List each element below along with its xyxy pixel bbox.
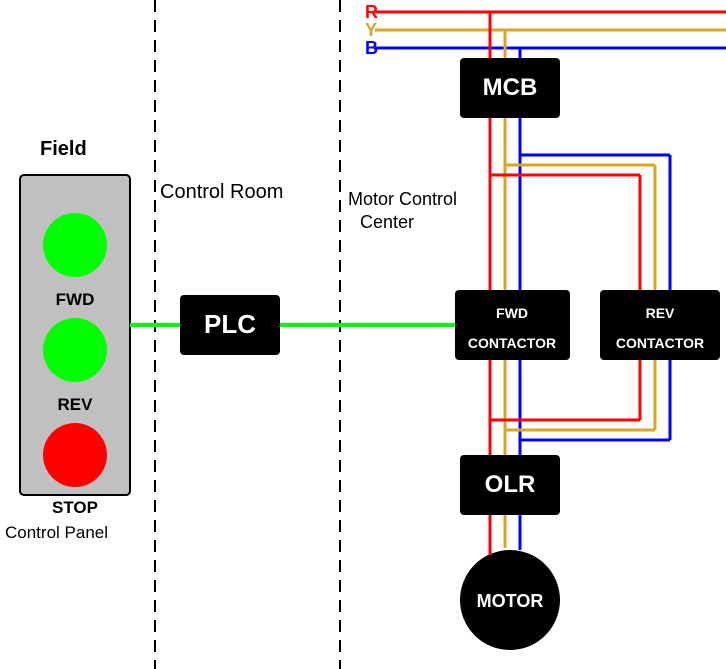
mcc-label2: Center [360,212,414,232]
fwd-button-label: FWD [56,290,95,309]
rev-button[interactable] [43,318,107,382]
mcc-label: Motor Control [348,189,457,209]
mcb-label: MCB [483,74,538,101]
stop-button-label: STOP [52,498,98,517]
olr-label: OLR [485,471,536,498]
stop-button[interactable] [43,423,107,487]
control-room-label: Control Room [160,181,283,203]
motor-label: MOTOR [477,591,544,611]
rev-contactor-label1: REV [646,305,675,321]
fwd-button[interactable] [43,213,107,277]
rev-button-label: REV [58,395,94,414]
fwd-contactor-label1: FWD [496,305,528,321]
field-label: Field [40,138,87,160]
rev-contactor-label2: CONTACTOR [616,335,704,351]
fwd-contactor-label2: CONTACTOR [468,335,556,351]
control-panel-label: Control Panel [5,523,108,542]
motor-control-diagram: Field Control Room Motor Control Center … [0,0,726,669]
plc-label: PLC [204,309,256,339]
